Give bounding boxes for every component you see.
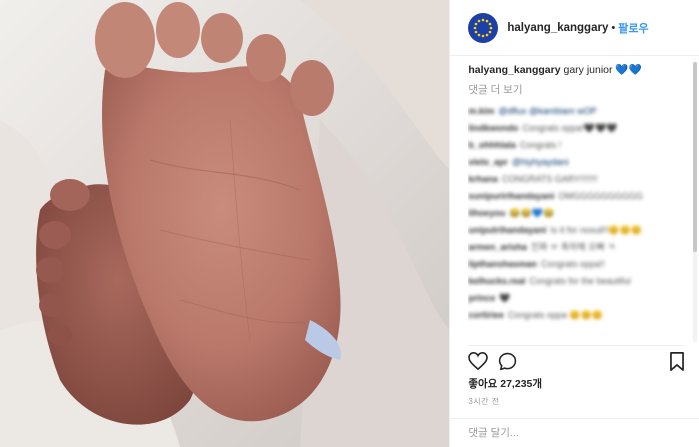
comment-text: @dflux @kambiam wOP <box>498 106 597 116</box>
comment-row: kelhucks.real Congrats for the beautiful <box>468 273 685 290</box>
post-photo[interactable] <box>0 0 450 447</box>
heart-icon[interactable] <box>468 351 489 375</box>
instagram-post-modal: halyang_kanggary • 팔로우 halyang_kanggary … <box>0 0 699 447</box>
bookmark-icon[interactable] <box>669 352 685 376</box>
comment-text: Congrats oppa 😊😊😊 <box>507 310 604 320</box>
comment-text: CONGRATS GARY!!!!!!! <box>501 174 598 184</box>
comment-row: prince 🖤 <box>468 290 685 307</box>
header-username[interactable]: halyang_kanggary <box>507 22 608 34</box>
caption-username[interactable]: halyang_kanggary <box>468 64 560 76</box>
comment-row: krhana CONGRATS GARY!!!!!!! <box>468 171 685 188</box>
comment-username[interactable]: lihoeyou <box>468 208 505 218</box>
comment-row: vielo_apr @hiyhyaydani <box>468 154 685 171</box>
likes-count[interactable]: 좋아요 27,235개 <box>468 376 542 391</box>
comment-input[interactable] <box>468 427 669 439</box>
comment-text: 진짜 ㅠ 축하해 오빠 ㅋ <box>530 242 616 252</box>
comment-text: 😂😂💙😂 <box>509 208 555 218</box>
comment-username[interactable]: vielo_apr <box>468 157 508 167</box>
comment-username[interactable]: m.kim <box>468 106 494 116</box>
comment-row: sunipuririhandayani OMGGGGGGGGGG <box>468 188 685 205</box>
post-caption: halyang_kanggary gary junior 💙💙 <box>468 62 685 78</box>
follow-button[interactable]: 팔로우 <box>618 20 648 36</box>
comment-username[interactable]: prince <box>468 293 495 303</box>
comment-username[interactable]: lindkwondo <box>468 123 518 133</box>
comment-rows: m.kim @dflux @kambiam wOP lindkwondo Congra… <box>468 103 685 324</box>
comment-row: armen_arisha 진짜 ㅠ 축하해 오빠 ㅋ <box>468 239 685 256</box>
comments-scrollbar-thumb[interactable] <box>693 62 697 252</box>
comment-username[interactable]: uniputrihandayani <box>468 225 546 235</box>
comment-username[interactable]: lipthanshasman <box>468 259 537 269</box>
comment-text: Is it for nosuli!!😊😊😊 <box>550 225 643 235</box>
add-comment-area <box>450 418 699 447</box>
caption-text: gary junior 💙💙 <box>563 64 642 76</box>
comment-row: lihoeyou 😂😂💙😂 <box>468 205 685 222</box>
comment-text: Congrats oppa!🖤🖤🖤 <box>522 123 618 133</box>
comment-text: Congrats ! <box>519 140 562 150</box>
comment-row: uniputrihandayani Is it for nosuli!!😊😊😊 <box>468 222 685 239</box>
comment-row: b_ohhhlala Congrats ! <box>468 137 685 154</box>
speech-bubble-icon[interactable] <box>498 352 517 376</box>
comment-text: Congrats oppa!! <box>540 259 605 269</box>
comment-username[interactable]: cortiriee <box>468 310 504 320</box>
comment-text: OMGGGGGGGGGG <box>558 191 643 201</box>
post-header: halyang_kanggary • 팔로우 <box>450 0 699 56</box>
post-timestamp: 3시간 전 <box>468 397 500 406</box>
header-separator: • <box>611 21 616 34</box>
comments-list[interactable]: halyang_kanggary gary junior 💙💙 댓글 더 보기 … <box>468 62 685 340</box>
comment-text: Congrats for the beautiful <box>529 276 631 286</box>
comment-row: lindkwondo Congrats oppa!🖤🖤🖤 <box>468 120 685 137</box>
comment-username[interactable]: krhana <box>468 174 498 184</box>
comment-text: 🖤 <box>499 293 511 303</box>
comment-username[interactable]: armen_arisha <box>468 242 527 252</box>
comment-row: cortiriee Congrats oppa 😊😊😊 <box>468 307 685 324</box>
comment-username[interactable]: b_ohhhlala <box>468 140 516 150</box>
post-side-panel: halyang_kanggary • 팔로우 halyang_kanggary … <box>449 0 699 447</box>
view-more-comments-link[interactable]: 댓글 더 보기 <box>468 82 685 97</box>
eu-stars-avatar-icon[interactable] <box>468 12 499 43</box>
baby-feet-image <box>0 0 450 447</box>
post-actions-bar <box>468 345 685 374</box>
comment-username[interactable]: kelhucks.real <box>468 276 525 286</box>
comment-text: @hiyhyaydani <box>511 157 569 167</box>
comment-row: lipthanshasman Congrats oppa!! <box>468 256 685 273</box>
comment-username[interactable]: sunipuririhandayani <box>468 191 554 201</box>
comment-row: m.kim @dflux @kambiam wOP <box>468 103 685 120</box>
